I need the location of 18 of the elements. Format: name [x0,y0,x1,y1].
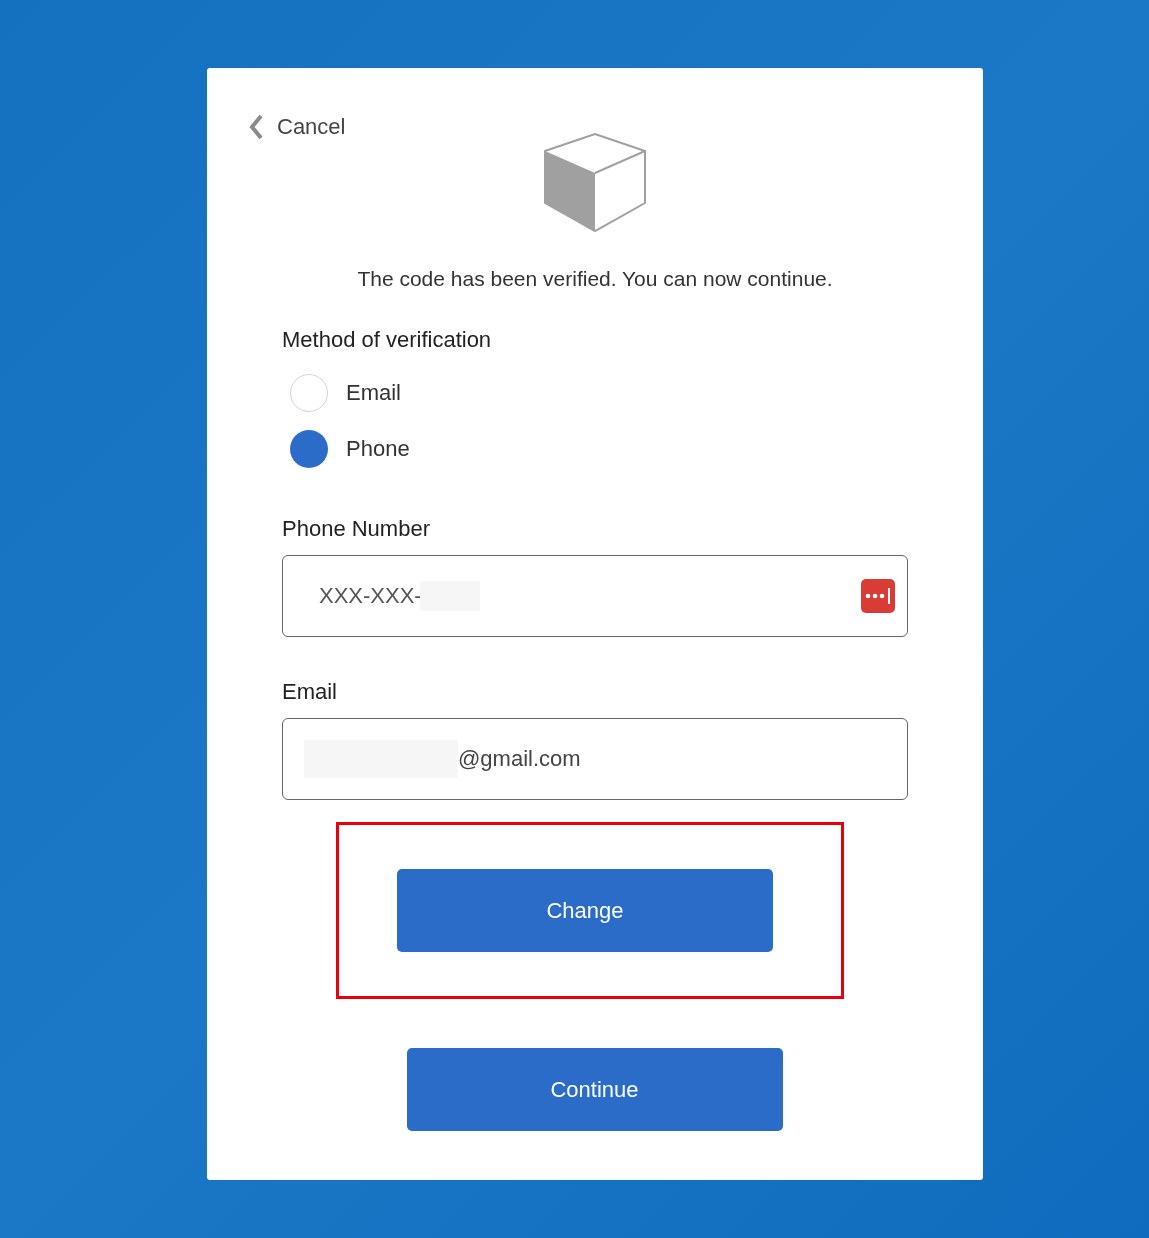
cube-icon [543,133,647,235]
method-label: Method of verification [282,325,493,354]
phone-field[interactable]: XXX-XXX- [282,554,908,637]
phone-value: XXX-XXX- [319,582,422,610]
radio-button[interactable] [290,373,328,412]
continue-button[interactable]: Continue [406,1047,783,1131]
email-value: @gmail.com [458,745,581,773]
radio-option[interactable]: Email [290,373,908,412]
chevron-left-icon [247,112,265,141]
password-manager-icon[interactable] [861,578,895,613]
radio-option[interactable]: Phone [290,429,908,468]
email-label: Email [282,677,338,706]
change-button[interactable]: Change [397,868,773,952]
cancel-button[interactable]: Cancel [247,110,346,143]
verified-message: The code has been verified. You can now continue. [356,266,834,292]
email-field[interactable]: @gmail.com [282,717,908,800]
phone-label: Phone Number [282,514,431,543]
radio-button[interactable] [290,429,328,468]
